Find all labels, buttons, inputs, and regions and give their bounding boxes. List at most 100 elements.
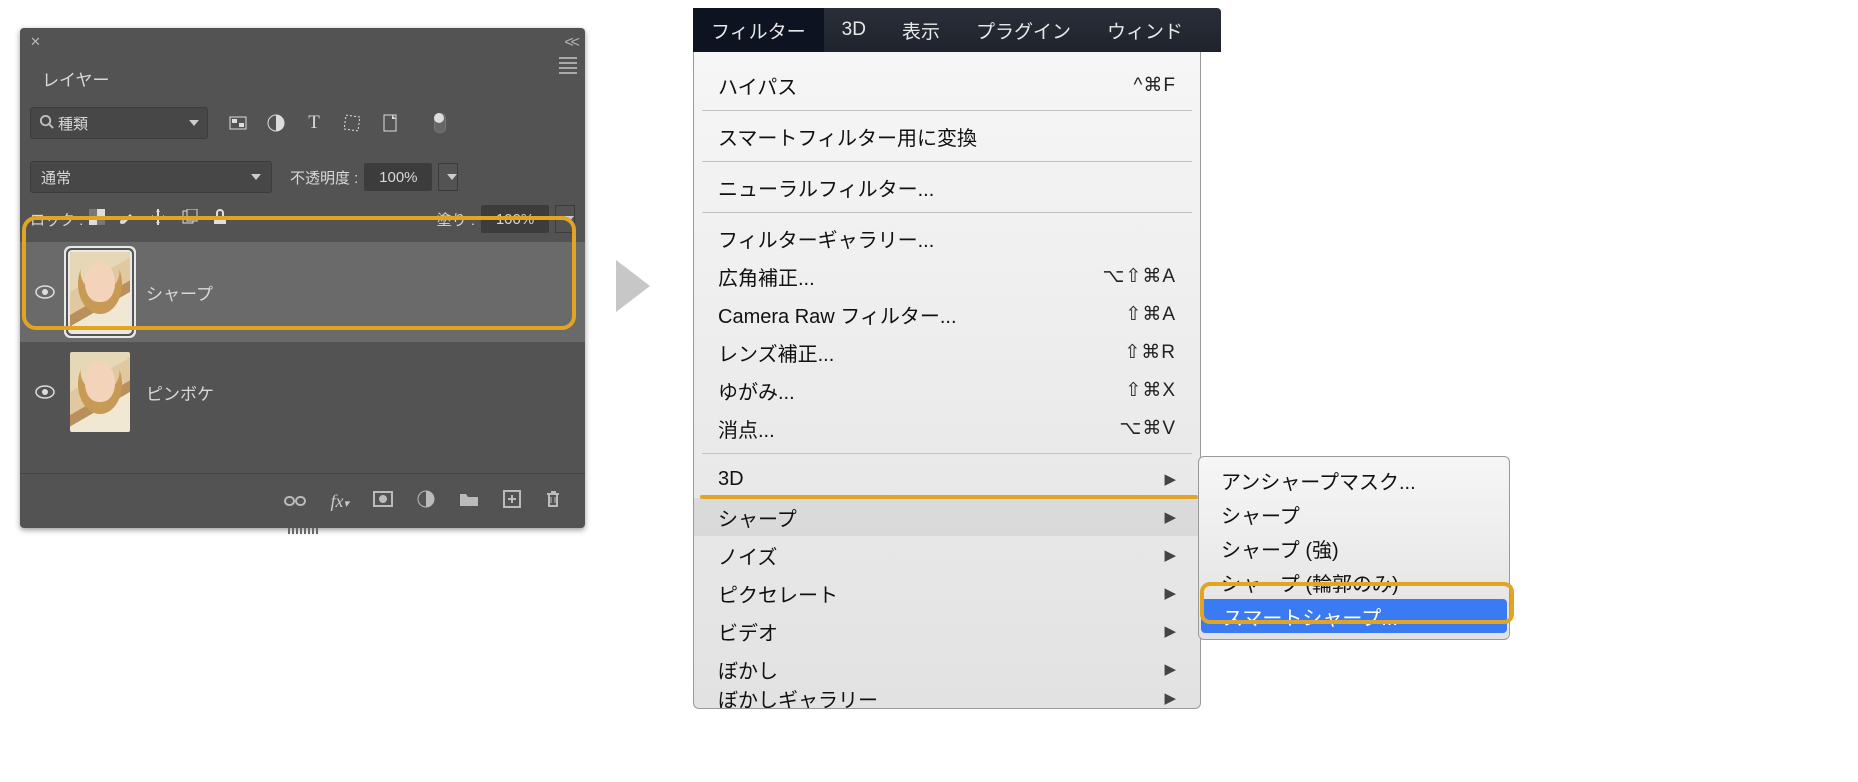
- menu-plugins[interactable]: プラグイン: [958, 8, 1089, 52]
- menu-item-label: ノイズ: [718, 541, 1156, 570]
- menu-filter[interactable]: フィルター: [693, 8, 824, 52]
- menu-item-filter-gallery[interactable]: フィルターギャラリー...: [694, 219, 1200, 257]
- menu-item-noise[interactable]: ノイズ▶: [694, 536, 1200, 574]
- panel-menu-icon[interactable]: [559, 54, 577, 77]
- menu-item-video[interactable]: ビデオ▶: [694, 612, 1200, 650]
- menu-item-wide-angle[interactable]: 広角補正...⌥⇧⌘A: [694, 257, 1200, 295]
- panel-resize-handle[interactable]: [271, 528, 335, 534]
- app-menubar: フィルター 3D 表示 プラグイン ウィンド: [693, 8, 1221, 52]
- link-layers-icon[interactable]: [284, 491, 306, 512]
- layer-item[interactable]: ピンボケ: [20, 342, 585, 442]
- menu-separator: [702, 212, 1192, 213]
- mask-icon[interactable]: [373, 491, 393, 512]
- panel-close-icon[interactable]: ✕: [30, 34, 41, 50]
- layer-item[interactable]: シャープ: [20, 242, 585, 342]
- menu-item-vanishing-point[interactable]: 消点...⌥⌘V: [694, 409, 1200, 447]
- chevron-down-icon: [251, 174, 261, 180]
- fill-label: 塗り :: [437, 209, 475, 230]
- opacity-label: 不透明度 :: [290, 167, 358, 188]
- adjustment-layer-icon[interactable]: [417, 490, 435, 513]
- layers-list: シャープ ピンボケ: [20, 242, 585, 442]
- chevron-right-icon: ▶: [1164, 470, 1176, 488]
- layer-filter-icons: T: [228, 113, 446, 133]
- menu-item-label: ぼかし: [718, 655, 1156, 684]
- layer-kind-label: 種類: [58, 113, 88, 134]
- menu-item-convert-smart[interactable]: スマートフィルター用に変換: [694, 117, 1200, 155]
- menu-item-label: ビデオ: [718, 617, 1156, 646]
- menu-window[interactable]: ウィンド: [1089, 8, 1201, 52]
- filter-pixel-icon[interactable]: [228, 113, 248, 133]
- menu-item-last-filter[interactable]: ハイパス ^⌘F: [694, 66, 1200, 104]
- delete-layer-icon[interactable]: [545, 490, 561, 513]
- filter-adjust-icon[interactable]: [266, 113, 286, 133]
- menu-item-label: レンズ補正...: [718, 338, 1124, 367]
- lock-all-icon[interactable]: [213, 209, 227, 229]
- blend-mode-value: 通常: [41, 167, 71, 188]
- new-layer-icon[interactable]: [503, 490, 521, 513]
- menu-item-label: 広角補正...: [718, 262, 1103, 291]
- blend-mode-select[interactable]: 通常: [30, 161, 272, 193]
- lock-artboard-icon[interactable]: [181, 209, 199, 229]
- lock-position-icon[interactable]: [149, 208, 167, 230]
- submenu-item-sharpen-more[interactable]: シャープ (強): [1199, 531, 1509, 565]
- chevron-right-icon: ▶: [1164, 660, 1176, 678]
- menu-separator: [702, 453, 1192, 454]
- layer-thumbnail[interactable]: [70, 352, 130, 432]
- filter-menu: ハイパス ^⌘F スマートフィルター用に変換 ニューラルフィルター... フィル…: [693, 52, 1201, 709]
- menu-item-pixelate[interactable]: ピクセレート▶: [694, 574, 1200, 612]
- filter-toggle[interactable]: [434, 113, 446, 133]
- submenu-item-smart-sharpen[interactable]: スマートシャープ...: [1201, 599, 1507, 633]
- menu-item-camera-raw[interactable]: Camera Raw フィルター...⇧⌘A: [694, 295, 1200, 333]
- menu-shortcut: ⌥⌘V: [1119, 417, 1176, 440]
- menu-item-lens-correction[interactable]: レンズ補正...⇧⌘R: [694, 333, 1200, 371]
- layer-name: ピンボケ: [146, 380, 214, 405]
- group-icon[interactable]: [459, 491, 479, 512]
- fill-stepper[interactable]: [555, 205, 575, 233]
- search-icon: [39, 114, 54, 133]
- menu-item-label: 消点...: [718, 414, 1119, 443]
- menu-shortcut: ⇧⌘R: [1124, 341, 1176, 364]
- menu-item-label: シャープ: [718, 503, 1156, 532]
- chevron-down-icon: [564, 216, 574, 222]
- layer-thumbnail[interactable]: [70, 252, 130, 332]
- chevron-down-icon: [447, 174, 457, 180]
- filter-shape-icon[interactable]: [342, 113, 362, 133]
- menu-item-label: ニューラルフィルター...: [718, 173, 1176, 202]
- lock-paint-icon[interactable]: [119, 209, 135, 229]
- menu-3d[interactable]: 3D: [824, 8, 884, 52]
- menu-item-neural[interactable]: ニューラルフィルター...: [694, 168, 1200, 206]
- menu-item-label: 3D: [718, 468, 1156, 491]
- layer-kind-filter[interactable]: 種類: [30, 107, 208, 139]
- layer-name: シャープ: [146, 280, 213, 305]
- menu-view[interactable]: 表示: [884, 8, 958, 52]
- panel-collapse-icon[interactable]: <<: [564, 34, 577, 52]
- submenu-item-sharpen[interactable]: シャープ: [1199, 497, 1509, 531]
- layers-tab[interactable]: レイヤー: [30, 58, 122, 99]
- visibility-icon[interactable]: [20, 285, 70, 299]
- menu-item-sharpen[interactable]: シャープ▶: [694, 498, 1200, 536]
- menu-separator: [702, 110, 1192, 111]
- menu-item-label: Camera Raw フィルター...: [718, 300, 1125, 329]
- chevron-right-icon: ▶: [1164, 584, 1176, 602]
- menu-item-blur[interactable]: ぼかし ▶: [694, 650, 1200, 688]
- chevron-right-icon: ▶: [1164, 689, 1176, 707]
- fill-value[interactable]: 100%: [481, 205, 549, 233]
- menu-item-label: フィルターギャラリー...: [718, 224, 1176, 253]
- menu-item-label: ハイパス: [718, 71, 1133, 100]
- filter-type-icon[interactable]: T: [304, 113, 324, 133]
- menu-item-3d[interactable]: 3D ▶: [694, 460, 1200, 498]
- layers-panel: ✕ << レイヤー 種類 T 通常 不透明度 : 100%: [20, 28, 585, 528]
- opacity-value[interactable]: 100%: [364, 163, 432, 191]
- opacity-stepper[interactable]: [438, 163, 458, 191]
- menu-shortcut: ⌥⇧⌘A: [1103, 265, 1177, 288]
- layers-footer: fx▾: [20, 473, 585, 528]
- filter-smart-icon[interactable]: [380, 113, 400, 133]
- submenu-item-sharpen-edges[interactable]: シャープ (輪郭のみ): [1199, 565, 1509, 599]
- chevron-down-icon: [189, 120, 199, 126]
- lock-transparency-icon[interactable]: [89, 209, 105, 229]
- submenu-item-unsharp-mask[interactable]: アンシャープマスク...: [1199, 463, 1509, 497]
- menu-item-blur-gallery[interactable]: ぼかしギャラリー▶: [694, 688, 1200, 708]
- visibility-icon[interactable]: [20, 385, 70, 399]
- fx-icon[interactable]: fx▾: [330, 491, 349, 512]
- menu-item-liquify[interactable]: ゆがみ...⇧⌘X: [694, 371, 1200, 409]
